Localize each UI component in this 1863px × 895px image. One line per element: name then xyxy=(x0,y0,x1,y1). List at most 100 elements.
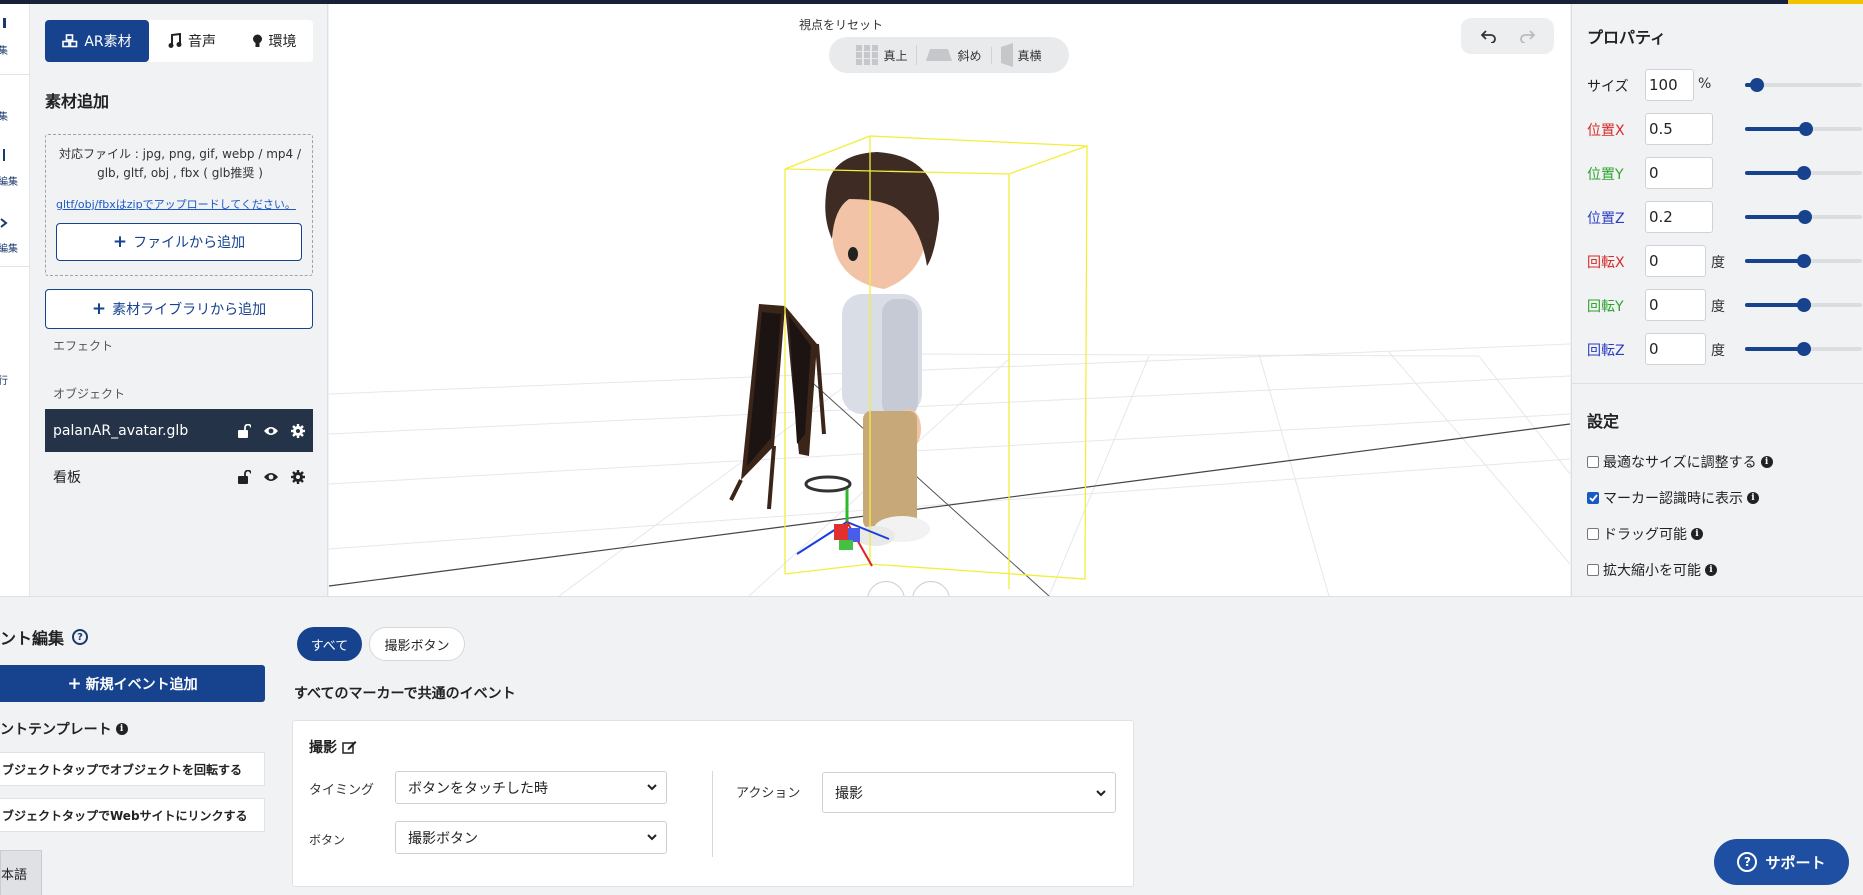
3d-viewport[interactable]: 視点をリセット 真上 斜め 真横 xyxy=(329,4,1570,596)
button-label: サポート xyxy=(1765,853,1826,872)
slider-fill xyxy=(1745,127,1806,131)
prop-unit: % xyxy=(1698,76,1712,92)
scene-canvas[interactable] xyxy=(329,4,1570,596)
eye-icon[interactable] xyxy=(263,425,279,437)
checkbox[interactable] xyxy=(1587,456,1599,468)
prop-unit: 度 xyxy=(1711,299,1725,315)
template-item[interactable]: ブジェクトタップでWebサイトにリンクする xyxy=(0,798,265,832)
nav-icon xyxy=(3,149,5,161)
prop-input[interactable]: 0 xyxy=(1645,245,1706,277)
add-from-library-button[interactable]: + 素材ライブラリから追加 xyxy=(45,289,313,329)
slider-thumb[interactable] xyxy=(1797,210,1812,224)
question-icon: ? xyxy=(1737,852,1758,872)
prop-label: 回転Y xyxy=(1587,299,1624,315)
add-from-file-button[interactable]: + ファイルから追加 xyxy=(56,223,302,261)
setting-auto-size[interactable]: 最適なサイズに調整する i xyxy=(1587,452,1773,472)
setting-label: 最適なサイズに調整する xyxy=(1603,455,1757,471)
prop-input[interactable]: 0.5 xyxy=(1645,113,1713,145)
setting-show-on-marker[interactable]: マーカー認識時に表示 i xyxy=(1587,488,1759,508)
upload-dropzone[interactable]: 対応ファイル : jpg, png, gif, webp / mp4 / glb… xyxy=(45,134,313,276)
view-oblique-button[interactable]: 斜め xyxy=(917,46,992,64)
zip-upload-link[interactable]: gltf/obj/fbxはzipでアップロードしてください。 xyxy=(56,196,296,212)
info-icon[interactable]: i xyxy=(1705,564,1717,576)
tab-ar-assets[interactable]: AR素材 xyxy=(45,20,149,62)
redo-icon[interactable] xyxy=(1519,29,1535,43)
slider-thumb[interactable] xyxy=(1796,254,1811,268)
view-top-button[interactable]: 真上 xyxy=(847,45,918,65)
plus-icon: + xyxy=(112,232,128,252)
info-icon[interactable]: i xyxy=(1691,528,1703,540)
plus-icon: + xyxy=(67,673,82,694)
slider-thumb[interactable] xyxy=(1798,122,1813,136)
filter-shoot-button[interactable]: 撮影ボタン xyxy=(369,627,465,661)
prop-input[interactable]: 0 xyxy=(1645,333,1706,365)
template-item[interactable]: ブジェクトタップでオブジェクトを回転する xyxy=(0,752,265,786)
nav-label: 行 xyxy=(0,372,8,387)
slider-thumb[interactable] xyxy=(1796,342,1811,356)
help-icon[interactable]: ? xyxy=(72,629,89,645)
prop-slider[interactable] xyxy=(1745,254,1862,268)
slider-fill xyxy=(1745,303,1804,307)
setting-scalable[interactable]: 拡大縮小を可能 i xyxy=(1587,560,1717,580)
title-text: ントテンプレート xyxy=(0,722,112,738)
checkbox[interactable] xyxy=(1587,564,1599,576)
edit-icon[interactable] xyxy=(342,740,357,754)
undo-icon[interactable] xyxy=(1480,29,1497,43)
nav-label: 集 xyxy=(0,42,8,57)
gear-icon[interactable] xyxy=(291,469,305,484)
signboard-model[interactable] xyxy=(729,304,826,510)
grid-side-icon xyxy=(1000,43,1013,67)
prop-label: 位置X xyxy=(1587,123,1625,139)
unlock-icon[interactable] xyxy=(237,423,251,438)
prop-unit: 度 xyxy=(1711,343,1725,359)
prop-slider[interactable] xyxy=(1745,122,1862,136)
eye-icon[interactable] xyxy=(263,471,279,483)
prop-input[interactable]: 0.2 xyxy=(1645,201,1713,233)
prop-slider[interactable] xyxy=(1745,298,1862,312)
view-side-button[interactable]: 真横 xyxy=(992,43,1051,67)
tab-environment[interactable]: 環境 xyxy=(235,20,313,62)
button-label: ボタン xyxy=(309,833,346,847)
support-button[interactable]: ? サポート xyxy=(1714,839,1849,885)
prop-slider[interactable] xyxy=(1745,210,1862,224)
reset-view-label[interactable]: 視点をリセット xyxy=(799,16,883,33)
chevron-down-icon xyxy=(1096,790,1106,797)
button-select[interactable]: 撮影ボタン xyxy=(395,821,667,854)
slider-thumb[interactable] xyxy=(1796,298,1811,312)
gear-icon[interactable] xyxy=(291,423,305,438)
checkbox[interactable] xyxy=(1587,528,1599,540)
button-label: ファイルから追加 xyxy=(133,235,246,251)
size-input[interactable]: 100 xyxy=(1645,69,1694,101)
unlock-icon[interactable] xyxy=(237,469,251,484)
add-new-event-button[interactable]: + 新規イベント追加 xyxy=(0,665,265,702)
prop-label: サイズ xyxy=(1587,79,1629,95)
tab-audio[interactable]: 音声 xyxy=(149,20,235,62)
divider xyxy=(0,74,29,75)
prop-slider[interactable] xyxy=(1745,342,1862,356)
info-icon[interactable]: i xyxy=(115,723,128,735)
slider-thumb[interactable] xyxy=(1796,166,1811,180)
panel-title: 素材追加 xyxy=(45,92,110,111)
slider-thumb[interactable] xyxy=(1749,78,1764,92)
action-select[interactable]: 撮影 xyxy=(822,772,1116,813)
object-row-avatar[interactable]: palanAR_avatar.glb xyxy=(45,409,313,452)
timing-select[interactable]: ボタンをタッチした時 xyxy=(395,771,667,804)
object-row-signboard[interactable]: 看板 xyxy=(45,455,313,498)
view-label: 真上 xyxy=(883,48,908,63)
prop-slider[interactable] xyxy=(1745,166,1862,180)
prop-input[interactable]: 0 xyxy=(1645,289,1706,321)
setting-label: ドラッグ可能 xyxy=(1603,527,1687,543)
checkbox[interactable] xyxy=(1587,492,1599,504)
filter-all[interactable]: すべて xyxy=(297,627,362,661)
timing-label: タイミング xyxy=(309,783,375,798)
info-icon[interactable]: i xyxy=(1760,456,1773,468)
size-slider[interactable] xyxy=(1745,78,1862,92)
info-icon[interactable]: i xyxy=(1747,492,1759,504)
language-button[interactable]: 本語 xyxy=(0,850,42,895)
event-card-title: 撮影 xyxy=(309,737,357,757)
setting-label: 拡大縮小を可能 xyxy=(1603,563,1701,579)
prop-input[interactable]: 0 xyxy=(1645,157,1713,189)
avatar-model[interactable] xyxy=(825,152,939,546)
floor-grid xyxy=(329,343,1570,596)
setting-draggable[interactable]: ドラッグ可能 i xyxy=(1587,524,1703,544)
